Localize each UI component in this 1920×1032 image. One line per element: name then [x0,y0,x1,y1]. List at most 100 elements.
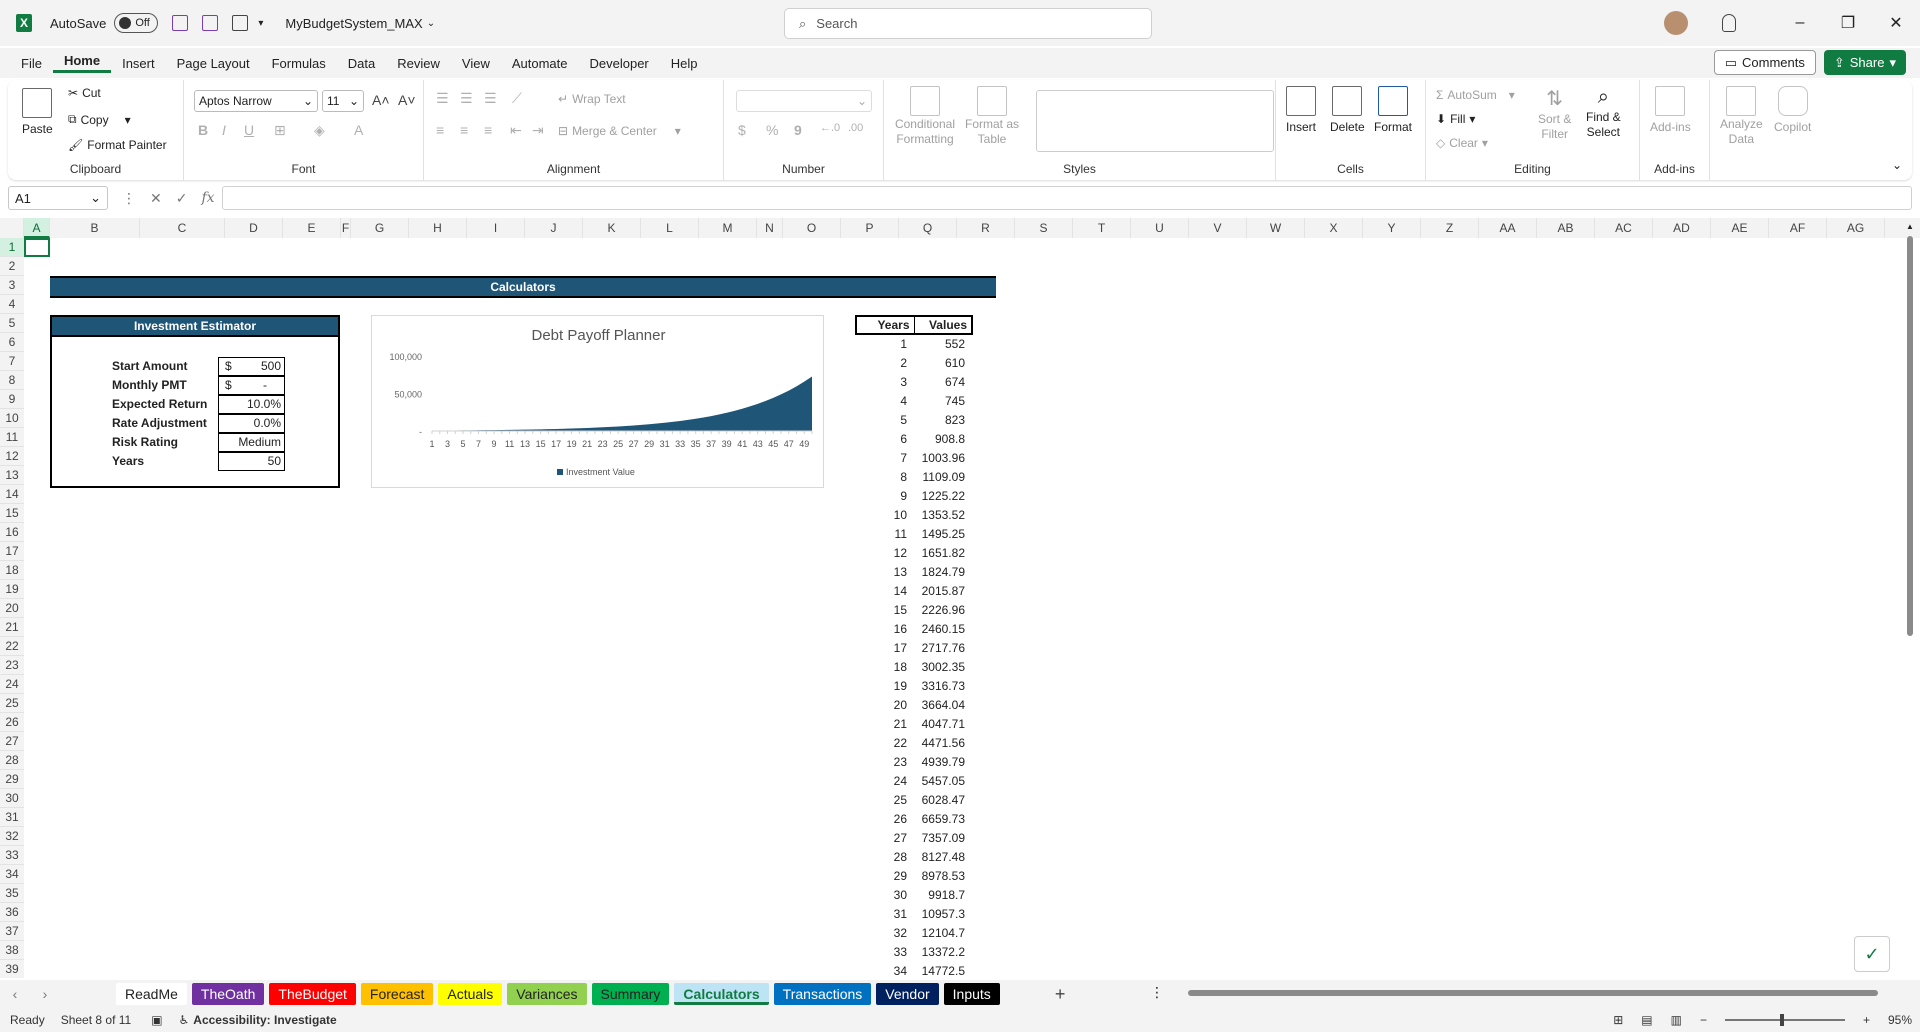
autosave-toggle[interactable]: Off [114,13,159,33]
copilot-button[interactable]: Copilot [1774,86,1811,134]
year-cell[interactable]: 24 [855,772,911,791]
formula-input[interactable] [222,186,1912,210]
value-cell[interactable]: 3664.04 [911,696,969,715]
row-header-22[interactable]: 22 [0,637,24,656]
accessibility-status[interactable]: Accessibility: Investigate [193,1013,336,1027]
align-right-icon[interactable]: ≡ [484,122,492,138]
value-cell[interactable]: 1225.22 [911,487,969,506]
column-header-j[interactable]: J [525,218,583,238]
confirm-entry-icon[interactable]: ✓ [176,190,188,207]
value-cell[interactable]: 2226.96 [911,601,969,620]
year-cell[interactable]: 17 [855,639,911,658]
column-header-c[interactable]: C [140,218,225,238]
clear-button[interactable]: ◇ Clear ▾ [1436,136,1488,150]
wrap-text-button[interactable]: ↵ Wrap Text [558,92,626,106]
avatar[interactable] [1664,11,1688,35]
year-cell[interactable]: 3 [855,373,911,392]
value-cell[interactable]: 4939.79 [911,753,969,772]
vertical-scrollbar[interactable]: ▲ [1904,222,1916,976]
row-header-21[interactable]: 21 [0,618,24,637]
sheet-tab-actuals[interactable]: Actuals [438,983,503,1005]
cut-button[interactable]: ✂ Cut [68,86,101,100]
value-cell[interactable]: 823 [911,411,969,430]
column-header-z[interactable]: Z [1421,218,1479,238]
cancel-entry-icon[interactable]: ✕ [150,190,162,207]
column-header-a[interactable]: A [24,218,50,238]
row-header-16[interactable]: 16 [0,523,24,542]
value-cell[interactable]: 8127.48 [911,848,969,867]
column-header-ad[interactable]: AD [1653,218,1711,238]
year-cell[interactable]: 10 [855,506,911,525]
orientation-icon[interactable]: ⟋ [512,90,522,107]
value-cell[interactable]: 5457.05 [911,772,969,791]
year-cell[interactable]: 21 [855,715,911,734]
value-cell[interactable]: 10957.3 [911,905,969,924]
sheet-tab-thebudget[interactable]: TheBudget [269,983,356,1005]
year-cell[interactable]: 22 [855,734,911,753]
share-button[interactable]: ⇪ Share ▾ [1823,50,1906,75]
column-header-m[interactable]: M [699,218,757,238]
normal-view-icon[interactable]: ⊞ [1613,1013,1623,1027]
decrease-decimal-icon[interactable]: .00 [848,122,863,134]
year-cell[interactable]: 25 [855,791,911,810]
row-header-36[interactable]: 36 [0,903,24,922]
menu-automate[interactable]: Automate [501,56,579,71]
row-header-20[interactable]: 20 [0,599,24,618]
column-header-x[interactable]: X [1305,218,1363,238]
row-header-37[interactable]: 37 [0,922,24,941]
value-cell[interactable]: 4047.71 [911,715,969,734]
column-header-ac[interactable]: AC [1595,218,1653,238]
value-cell[interactable]: 7357.09 [911,829,969,848]
decrease-indent-icon[interactable]: ⇤ [510,122,522,139]
menu-help[interactable]: Help [660,56,709,71]
column-header-p[interactable]: P [841,218,899,238]
value-cell[interactable]: 552 [911,335,969,354]
column-header-ag[interactable]: AG [1827,218,1885,238]
value-cell[interactable]: 1651.82 [911,544,969,563]
menu-formulas[interactable]: Formulas [261,56,337,71]
macro-record-icon[interactable]: ▣ [151,1013,162,1027]
value-cell[interactable]: 4471.56 [911,734,969,753]
zoom-in-icon[interactable]: + [1863,1013,1870,1027]
year-cell[interactable]: 28 [855,848,911,867]
percent-icon[interactable]: % [766,122,778,138]
increase-font-icon[interactable]: A˄ [372,92,390,108]
column-header-n[interactable]: N [757,218,783,238]
save-icon[interactable] [172,15,189,31]
row-header-14[interactable]: 14 [0,485,24,504]
row-header-5[interactable]: 5 [0,314,24,333]
sort-filter-button[interactable]: ⇅ Sort & Filter [1538,86,1571,141]
increase-indent-icon[interactable]: ⇥ [532,122,544,139]
close-icon[interactable]: ✕ [1872,13,1920,33]
menu-data[interactable]: Data [337,56,386,71]
year-cell[interactable]: 12 [855,544,911,563]
row-header-32[interactable]: 32 [0,827,24,846]
decrease-font-icon[interactable]: A˅ [398,92,416,108]
font-color-icon[interactable]: A [354,122,363,138]
align-middle-icon[interactable]: ☰ [460,90,473,107]
column-header-k[interactable]: K [583,218,641,238]
value-cell[interactable]: 2460.15 [911,620,969,639]
value-cell[interactable]: 3002.35 [911,658,969,677]
value-cell[interactable]: 745 [911,392,969,411]
format-cells-button[interactable]: Format [1374,86,1412,134]
row-header-25[interactable]: 25 [0,694,24,713]
value-cell[interactable]: 1353.52 [911,506,969,525]
column-header-o[interactable]: O [783,218,841,238]
sheet-tab-transactions[interactable]: Transactions [773,983,872,1005]
menu-view[interactable]: View [451,56,501,71]
year-cell[interactable]: 14 [855,582,911,601]
value-cell[interactable]: 13372.2 [911,943,969,962]
customize-toolbar-chevron-icon[interactable]: ▾ [258,18,263,29]
value-cell[interactable]: 1003.96 [911,449,969,468]
year-cell[interactable]: 29 [855,867,911,886]
sheet-tab-summary[interactable]: Summary [591,983,670,1005]
investment-input[interactable]: $500 [218,357,285,376]
number-format-select[interactable]: ⌄ [736,90,872,112]
year-cell[interactable]: 32 [855,924,911,943]
zoom-slider-knob[interactable] [1779,1014,1784,1026]
align-center-icon[interactable]: ≡ [460,122,468,138]
year-cell[interactable]: 27 [855,829,911,848]
insert-cells-button[interactable]: Insert [1286,86,1316,134]
minimize-icon[interactable]: – [1776,14,1824,32]
